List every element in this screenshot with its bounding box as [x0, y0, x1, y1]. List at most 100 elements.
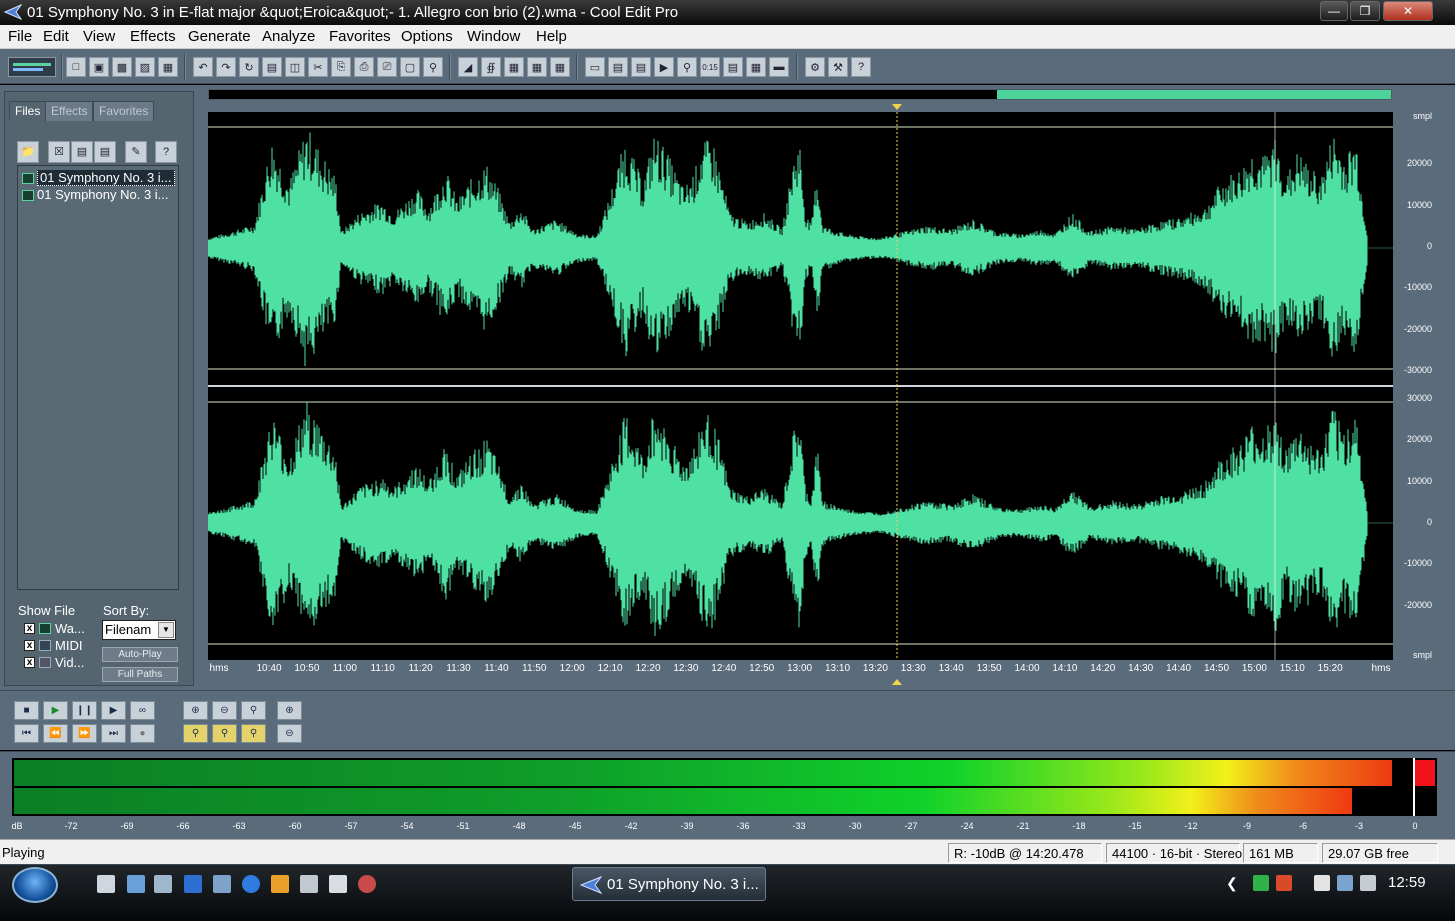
record-icon[interactable]: ● [130, 724, 155, 743]
antivirus-tray-icon[interactable] [1276, 875, 1292, 891]
notepad-icon[interactable] [300, 875, 318, 893]
rewind-icon[interactable]: ⏪ [43, 724, 68, 743]
tools-icon[interactable]: ⚒ [828, 57, 848, 77]
zoom-out-vertical-icon[interactable]: ⊖ [277, 724, 302, 743]
level-icon[interactable]: ▤ [723, 57, 743, 77]
paste-to-new-icon[interactable]: ⎙ [354, 57, 374, 77]
cursor-marker-top[interactable] [892, 104, 902, 111]
snap-icon[interactable]: ⚲ [423, 57, 443, 77]
crop-icon[interactable]: ▢ [400, 57, 420, 77]
menu-analyze[interactable]: Analyze [262, 28, 315, 45]
waveform-display[interactable] [207, 112, 1393, 660]
waveform-view-icon[interactable]: ∯ [481, 57, 501, 77]
menu-favorites[interactable]: Favorites [329, 28, 391, 45]
play-list-icon[interactable]: ▶ [654, 57, 674, 77]
zoom-selection-icon[interactable]: ⚲ [183, 724, 208, 743]
tab-effects[interactable]: Effects [45, 101, 94, 121]
zoom-in-vertical-icon[interactable]: ⊕ [277, 701, 302, 720]
menu-view[interactable]: View [83, 28, 115, 45]
loop-icon[interactable]: ∞ [130, 701, 155, 720]
paste-icon[interactable]: ⎘ [331, 57, 351, 77]
grid-view-2-icon[interactable]: ▦ [527, 57, 547, 77]
menu-edit[interactable]: Edit [43, 28, 69, 45]
go-to-end-icon[interactable]: ⏭ [101, 724, 126, 743]
taskbar-window-item[interactable]: 01 Symphony No. 3 i... [572, 867, 766, 901]
volume-icon[interactable] [1360, 875, 1376, 891]
grid-view-icon[interactable]: ▦ [504, 57, 524, 77]
mix-paste-icon[interactable]: ⎚ [377, 57, 397, 77]
time-ruler[interactable]: hms 10:40 10:50 11:00 11:10 11:20 11:30 11:40 11… [208, 660, 1393, 678]
edit-icon[interactable]: ✎ [125, 141, 147, 163]
save-as-icon[interactable]: ▨ [135, 57, 155, 77]
tab-favorites[interactable]: Favorites [93, 101, 155, 121]
save-icon[interactable]: ▩ [112, 57, 132, 77]
menu-effects[interactable]: Effects [130, 28, 176, 45]
close-file-icon[interactable]: ☒ [48, 141, 70, 163]
stop-icon[interactable]: ■ [14, 701, 39, 720]
repeat-icon[interactable]: ↻ [239, 57, 259, 77]
close-button[interactable]: ✕ [1383, 1, 1433, 21]
auto-play-button[interactable]: Auto-Play [102, 647, 178, 662]
redo-icon[interactable]: ↷ [216, 57, 236, 77]
security-tray-icon[interactable] [1253, 875, 1269, 891]
format-readout[interactable]: 44100 · 16-bit · Stereo [1106, 843, 1242, 863]
zoom-out-icon[interactable]: ⊖ [212, 701, 237, 720]
clipboard-tray-icon[interactable] [1314, 875, 1330, 891]
tray-expand-icon[interactable]: ❮ [1226, 875, 1242, 891]
undo-icon[interactable]: ↶ [193, 57, 213, 77]
quicklaunch-document-icon[interactable] [154, 875, 172, 893]
new-file-icon[interactable]: □ [66, 57, 86, 77]
quicklaunch-tool-icon[interactable] [358, 875, 376, 893]
help-icon[interactable]: ? [851, 57, 871, 77]
media-player-icon[interactable] [271, 875, 289, 893]
play-to-end-icon[interactable]: ▶ [101, 701, 126, 720]
start-button-icon[interactable] [12, 867, 58, 903]
waveform-overview-bar[interactable] [208, 89, 1392, 100]
menu-help[interactable]: Help [536, 28, 567, 45]
info-window-icon[interactable]: ▤ [631, 57, 651, 77]
copy-icon[interactable]: ◫ [285, 57, 305, 77]
show-wave-checkbox[interactable]: x [24, 623, 35, 634]
menu-options[interactable]: Options [401, 28, 453, 45]
window-icon[interactable]: ▭ [585, 57, 605, 77]
zoom-left-icon[interactable]: ⚲ [212, 724, 237, 743]
quicklaunch-desktop-icon[interactable] [184, 875, 202, 893]
show-midi-checkbox[interactable]: x [24, 640, 35, 651]
panel-help-icon[interactable]: ? [155, 141, 177, 163]
zoom-window-icon[interactable]: ⚲ [677, 57, 697, 77]
grid-view-3-icon[interactable]: ▦ [550, 57, 570, 77]
internet-explorer-icon[interactable] [242, 875, 260, 893]
network-tray-icon[interactable] [1337, 875, 1353, 891]
pause-icon[interactable]: ❙❙ [72, 701, 97, 720]
minimize-button[interactable]: — [1320, 1, 1348, 21]
zoom-in-icon[interactable]: ⊕ [183, 701, 208, 720]
level-meter[interactable] [12, 758, 1437, 816]
quicklaunch-computer-icon[interactable] [213, 875, 231, 893]
zoom-full-icon[interactable]: ⚲ [241, 701, 266, 720]
sort-by-select[interactable]: Filenam ▼ [102, 620, 176, 640]
open-file-icon[interactable]: ▣ [89, 57, 109, 77]
settings-icon[interactable]: ⚙ [805, 57, 825, 77]
file-item[interactable]: 01 Symphony No. 3 i... [22, 187, 176, 203]
zoom-right-icon[interactable]: ⚲ [241, 724, 266, 743]
fast-forward-icon[interactable]: ⏩ [72, 724, 97, 743]
quicklaunch-app-icon[interactable] [329, 875, 347, 893]
maximize-button[interactable]: ❒ [1350, 1, 1380, 21]
copy-to-new-icon[interactable]: ▤ [262, 57, 282, 77]
file-item[interactable]: 01 Symphony No. 3 i... [22, 170, 176, 186]
open-folder-icon[interactable]: 📁 [17, 141, 39, 163]
clip-indicator[interactable] [1415, 760, 1435, 786]
quicklaunch-folder-icon[interactable] [127, 875, 145, 893]
menu-generate[interactable]: Generate [188, 28, 251, 45]
tab-files[interactable]: Files [9, 101, 47, 121]
insert-multitrack-icon[interactable]: ▤ [94, 141, 116, 163]
menu-window[interactable]: Window [467, 28, 520, 45]
show-desktop-icon[interactable] [97, 875, 115, 893]
ruler-icon[interactable]: ▬ [769, 57, 789, 77]
visible-range-indicator[interactable] [997, 90, 1391, 99]
cut-icon[interactable]: ✂ [308, 57, 328, 77]
spectral-view-icon[interactable]: ◢ [458, 57, 478, 77]
insert-icon[interactable]: ▤ [71, 141, 93, 163]
cursor-marker-bottom[interactable] [892, 679, 902, 686]
clock[interactable]: 12:59 [1388, 874, 1426, 891]
